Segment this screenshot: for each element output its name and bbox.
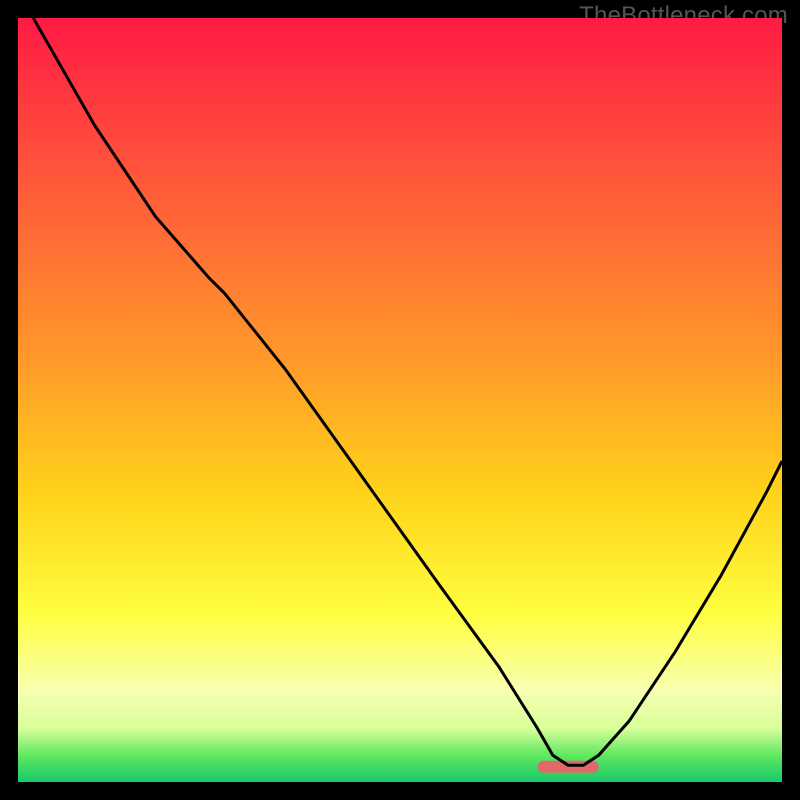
gradient-background — [18, 18, 782, 782]
chart-frame: TheBottleneck.com — [0, 0, 800, 800]
plot-area — [18, 18, 782, 782]
bottleneck-chart — [18, 18, 782, 782]
